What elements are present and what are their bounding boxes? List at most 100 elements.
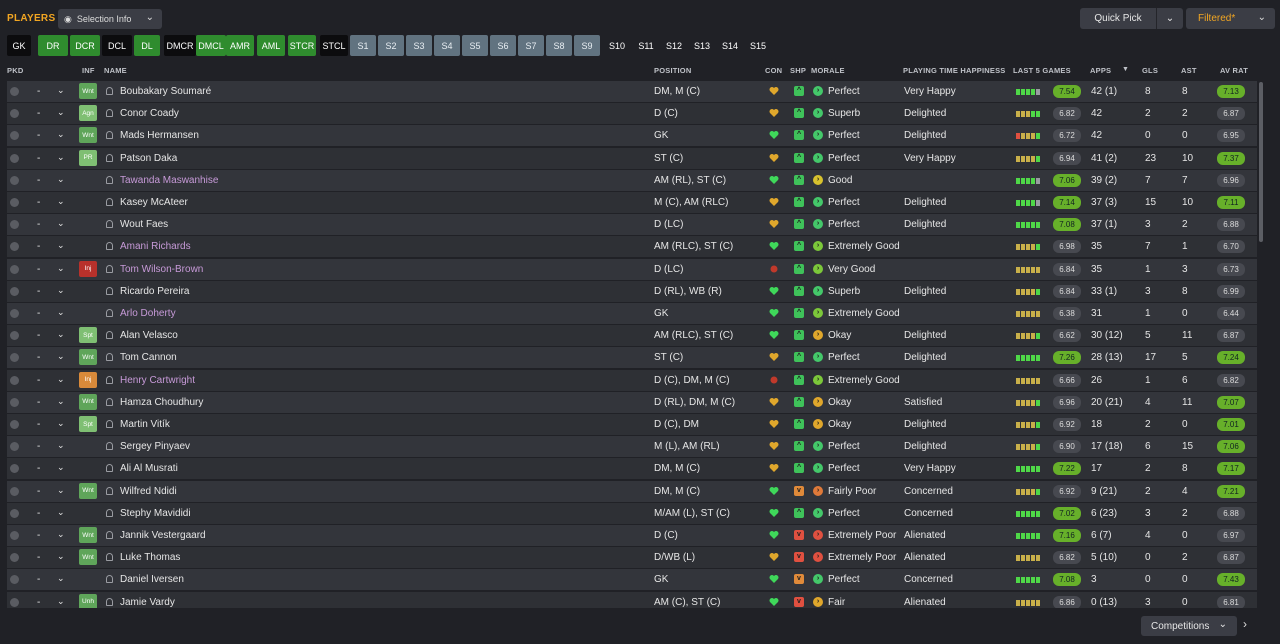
position-filter-s9[interactable]: S9 (574, 35, 600, 56)
position-filter-dcr[interactable]: DCR (70, 35, 100, 56)
position-filter-dmcr[interactable]: DMCR (164, 35, 196, 56)
pick-checkbox[interactable] (10, 531, 19, 540)
position-filter-s5[interactable]: S5 (462, 35, 488, 56)
col-av-rat[interactable]: AV RAT (1220, 66, 1248, 75)
chevron-down-icon[interactable]: ⌄ (57, 507, 65, 518)
chevron-down-icon[interactable]: ⌄ (57, 485, 65, 496)
table-row[interactable]: - ⌄ Daniel Iversen GK v › Perfect Concerned 7.08… (7, 569, 1257, 591)
position-filter-dcl[interactable]: DCL (102, 35, 132, 56)
player-name[interactable]: Daniel Iversen (120, 574, 184, 585)
player-name[interactable]: Wilfred Ndidi (120, 486, 177, 497)
position-filter-gk[interactable]: GK (7, 35, 31, 56)
pick-checkbox[interactable] (10, 464, 19, 474)
chevron-down-icon[interactable]: ⌄ (57, 596, 65, 607)
player-name[interactable]: Stephy Mavididi (120, 508, 191, 519)
col-last5[interactable]: LAST 5 GAMES (1013, 66, 1071, 75)
pick-checkbox[interactable] (10, 575, 19, 585)
col-inf[interactable]: INF (82, 66, 95, 75)
position-filter-dr[interactable]: DR (38, 35, 68, 56)
chevron-down-icon[interactable]: ⌄ (57, 551, 65, 562)
table-row[interactable]: - ⌄ Amani Richards AM (RLC), ST (C) ^ › Extrem… (7, 236, 1257, 258)
chevron-down-icon[interactable]: ⌄ (57, 152, 65, 163)
col-morale[interactable]: MORALE (811, 66, 845, 75)
table-row[interactable]: - ⌄ Ali Al Musrati DM, M (C) ^ › Perfect Very H… (7, 458, 1257, 480)
position-filter-stcr[interactable]: STCR (288, 35, 316, 56)
player-name[interactable]: Alan Velasco (120, 330, 178, 341)
table-row[interactable]: - ⌄ Agn Conor Coady D (C) ^ › Superb Delighted 6.… (7, 103, 1257, 125)
chevron-down-icon[interactable]: ⌄ (57, 174, 65, 185)
table-row[interactable]: - ⌄ Spt Martin Vitík D (C), DM ^ › Okay Delighte… (7, 414, 1257, 435)
table-row[interactable]: - ⌄ Tawanda Maswanhise AM (RL), ST (C) ^ › Goo… (7, 169, 1257, 191)
position-filter-s6[interactable]: S6 (490, 35, 516, 56)
pick-checkbox[interactable] (10, 242, 19, 252)
position-filter-s4[interactable]: S4 (434, 35, 460, 56)
player-name[interactable]: Henry Cartwright (120, 375, 195, 386)
pick-checkbox[interactable] (10, 175, 19, 185)
chevron-down-icon[interactable]: ⌄ (57, 462, 65, 473)
pick-checkbox[interactable] (10, 397, 19, 407)
table-row[interactable]: - ⌄ Inj Tom Wilson-Brown D (LC) ^ › Very Good 6.… (7, 258, 1257, 280)
player-name[interactable]: Tawanda Maswanhise (120, 175, 218, 186)
position-filter-dmcl[interactable]: DMCL (196, 35, 226, 56)
position-filter-dl[interactable]: DL (134, 35, 160, 56)
pick-checkbox[interactable] (10, 131, 19, 141)
chevron-right-icon[interactable]: › (1243, 617, 1247, 631)
pick-checkbox[interactable] (10, 375, 19, 385)
col-ast[interactable]: AST (1181, 66, 1197, 75)
table-row[interactable]: - ⌄ Wnt Hamza Choudhury D (RL), DM, M (C) ^ › O… (7, 391, 1257, 413)
player-name[interactable]: Kasey McAteer (120, 197, 188, 208)
chevron-down-icon[interactable]: ⌄ (57, 107, 65, 118)
pick-checkbox[interactable] (10, 286, 19, 296)
position-filter-stcl[interactable]: STCL (320, 35, 348, 56)
position-filter-aml[interactable]: AML (257, 35, 285, 56)
chevron-down-icon[interactable]: ⌄ (57, 529, 65, 540)
col-gls[interactable]: GLS (1142, 66, 1158, 75)
chevron-down-icon[interactable]: ⌄ (57, 374, 65, 385)
chevron-down-icon[interactable]: ⌄ (57, 329, 65, 340)
player-name[interactable]: Ricardo Pereira (120, 286, 189, 297)
chevron-down-icon[interactable]: ⌄ (57, 129, 65, 140)
col-pkd[interactable]: PKD (7, 66, 23, 75)
table-row[interactable]: - ⌄ Stephy Mavididi M/AM (L), ST (C) ^ › Perfe… (7, 502, 1257, 524)
position-filter-s14[interactable]: S14 (716, 35, 744, 56)
col-playing-time[interactable]: PLAYING TIME HAPPINESS (903, 66, 1005, 75)
pick-checkbox[interactable] (10, 353, 19, 363)
player-name[interactable]: Jamie Vardy (120, 597, 175, 608)
table-row[interactable]: - ⌄ Arlo Doherty GK ^ › Extremely Good 6.38 31 1 0… (7, 303, 1257, 324)
position-filter-amr[interactable]: AMR (226, 35, 254, 56)
chevron-down-icon[interactable]: ⌄ (57, 351, 65, 362)
col-position[interactable]: POSITION (654, 66, 691, 75)
player-name[interactable]: Luke Thomas (120, 552, 180, 563)
chevron-down-icon[interactable]: ⌄ (57, 285, 65, 296)
table-row[interactable]: - ⌄ Wnt Boubakary Soumaré DM, M (C) ^ › Perfect… (7, 81, 1257, 102)
table-row[interactable]: - ⌄ Kasey McAteer M (C), AM (RLC) ^ › Perfect D… (7, 192, 1257, 213)
position-filter-s8[interactable]: S8 (546, 35, 572, 56)
pick-checkbox[interactable] (10, 220, 19, 230)
player-name[interactable]: Martin Vitík (120, 419, 170, 430)
pick-checkbox[interactable] (10, 486, 19, 496)
chevron-down-icon[interactable]: ⌄ (57, 263, 65, 274)
col-apps[interactable]: APPS (1090, 66, 1111, 75)
table-row[interactable]: - ⌄ Wnt Jannik Vestergaard D (C) v › Extremely … (7, 525, 1257, 546)
player-name[interactable]: Jannik Vestergaard (120, 530, 206, 541)
player-name[interactable]: Mads Hermansen (120, 130, 199, 141)
position-filter-s15[interactable]: S15 (744, 35, 772, 56)
table-row[interactable]: - ⌄ Wnt Mads Hermansen GK ^ › Perfect Delighted 6… (7, 125, 1257, 147)
player-name[interactable]: Amani Richards (120, 241, 191, 252)
player-name[interactable]: Arlo Doherty (120, 308, 176, 319)
player-name[interactable]: Sergey Pinyaev (120, 441, 190, 452)
pick-checkbox[interactable] (10, 553, 19, 563)
pick-checkbox[interactable] (10, 442, 19, 452)
pick-checkbox[interactable] (10, 597, 19, 607)
player-name[interactable]: Ali Al Musrati (120, 463, 178, 474)
chevron-down-icon[interactable]: ⌄ (57, 396, 65, 407)
col-name[interactable]: NAME (104, 66, 127, 75)
pick-checkbox[interactable] (10, 309, 19, 318)
position-filter-s12[interactable]: S12 (660, 35, 688, 56)
pick-checkbox[interactable] (10, 109, 19, 119)
position-filter-s13[interactable]: S13 (688, 35, 716, 56)
pick-checkbox[interactable] (10, 264, 19, 274)
competitions-dropdown[interactable]: Competitions ⌄ (1141, 616, 1237, 636)
pick-checkbox[interactable] (10, 508, 19, 518)
pick-checkbox[interactable] (10, 153, 19, 163)
